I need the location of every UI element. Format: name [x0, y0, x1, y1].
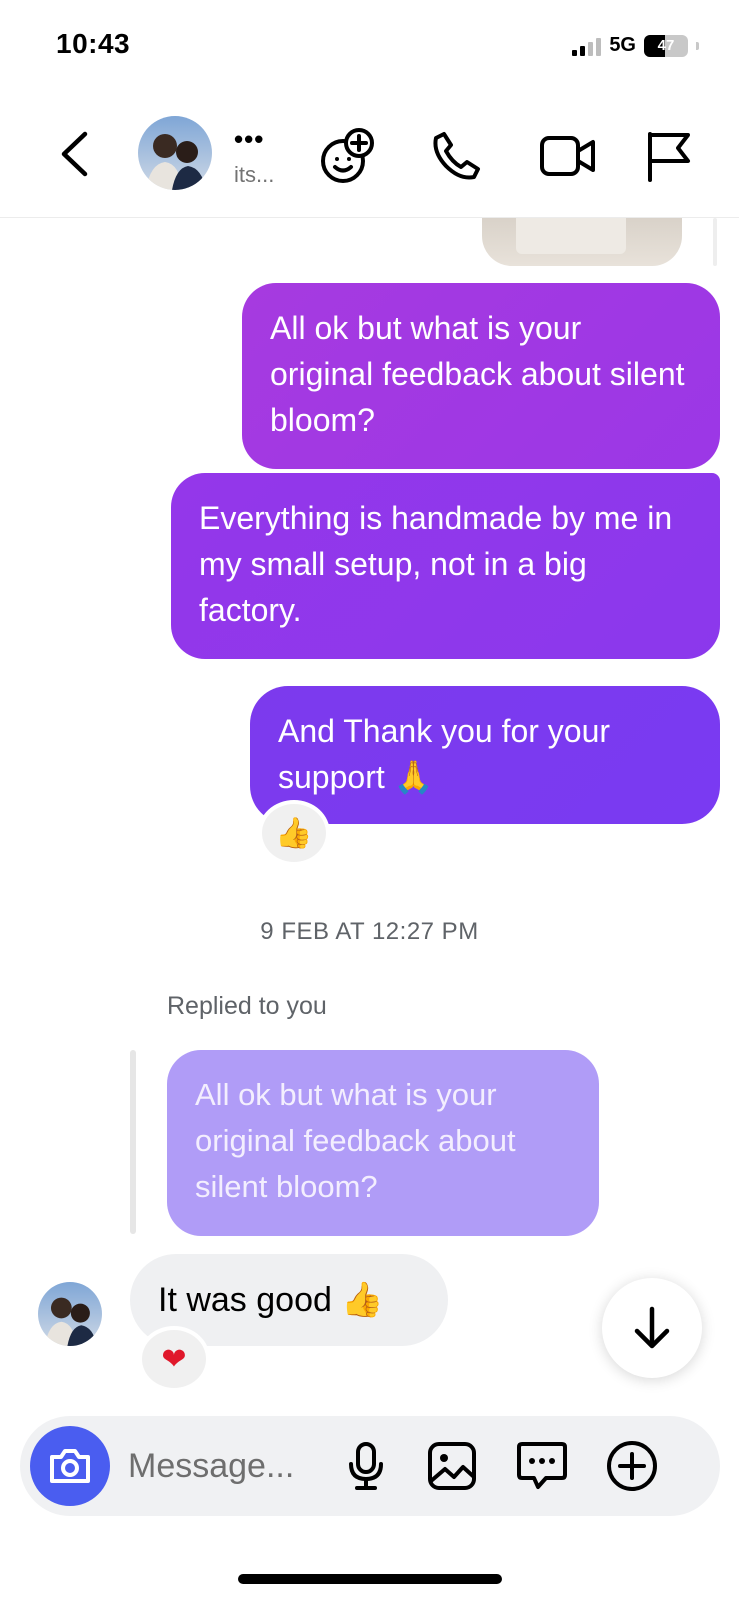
sender-avatar[interactable]	[38, 1282, 102, 1346]
message-input[interactable]	[128, 1444, 328, 1488]
contact-avatar[interactable]	[138, 116, 212, 190]
outgoing-message[interactable]: And Thank you for your support 🙏	[250, 686, 720, 824]
home-indicator[interactable]	[238, 1574, 502, 1584]
quoted-text: All ok but what is your original feedbac…	[195, 1077, 516, 1204]
shared-image-preview[interactable]	[482, 218, 682, 266]
contact-subtitle[interactable]: its...	[234, 162, 274, 188]
mic-icon	[349, 1442, 383, 1490]
flag-icon	[648, 132, 690, 182]
message-text: It was good	[158, 1281, 332, 1319]
arrow-down-icon	[634, 1306, 670, 1349]
reaction-emoji: 👍	[275, 815, 313, 851]
battery-icon: 47	[644, 34, 688, 57]
outgoing-message[interactable]: Everything is handmade by me in my small…	[171, 473, 720, 659]
phone-icon	[433, 132, 480, 180]
chat-bubble-icon	[517, 1442, 567, 1489]
image-icon	[428, 1442, 476, 1490]
status-bar: 10:43 5G 47	[0, 0, 739, 90]
outgoing-message[interactable]: All ok but what is your original feedbac…	[242, 283, 720, 469]
plus-circle-icon	[607, 1441, 657, 1491]
thread-divider	[713, 218, 717, 266]
message-text: Everything is handmade by me in my small…	[199, 500, 673, 628]
video-call-button[interactable]	[538, 126, 598, 186]
camera-button[interactable]	[30, 1426, 110, 1506]
more-options-button[interactable]	[604, 1438, 660, 1494]
camera-icon	[50, 1449, 90, 1483]
signal-icon	[572, 36, 602, 56]
scroll-to-bottom-button[interactable]	[602, 1278, 702, 1378]
sticker-button[interactable]	[514, 1438, 570, 1494]
reaction-emoji: ❤	[161, 1341, 187, 1377]
message-text: All ok but what is your original feedbac…	[270, 310, 685, 438]
status-indicators: 5G 47	[572, 34, 699, 57]
praying-hands-emoji: 🙏	[393, 758, 434, 796]
message-timestamp: 9 FEB AT 12:27 PM	[260, 918, 479, 945]
thumbs-up-emoji: 👍	[341, 1280, 384, 1320]
voice-message-button[interactable]	[338, 1438, 394, 1494]
heart-reaction[interactable]: ❤	[138, 1326, 210, 1392]
video-icon	[540, 136, 595, 176]
chevron-left-icon	[61, 131, 88, 177]
contact-name[interactable]: •••	[234, 124, 264, 155]
sticker-add-icon	[321, 128, 374, 183]
message-text: And Thank you for your support	[278, 713, 611, 795]
message-composer	[20, 1416, 720, 1516]
reply-indicator	[130, 1050, 136, 1234]
battery-level: 47	[657, 37, 675, 54]
thumbs-up-reaction[interactable]: 👍	[258, 800, 330, 866]
status-time: 10:43	[56, 28, 131, 59]
call-button[interactable]	[426, 126, 486, 186]
quoted-message[interactable]: All ok but what is your original feedbac…	[167, 1050, 599, 1236]
effects-button[interactable]	[318, 126, 378, 186]
chat-header: ••• its...	[0, 100, 739, 218]
network-type: 5G	[609, 34, 636, 56]
reply-label: Replied to you	[167, 992, 327, 1020]
report-button[interactable]	[638, 126, 698, 186]
back-button[interactable]	[52, 126, 96, 182]
gallery-button[interactable]	[424, 1438, 480, 1494]
